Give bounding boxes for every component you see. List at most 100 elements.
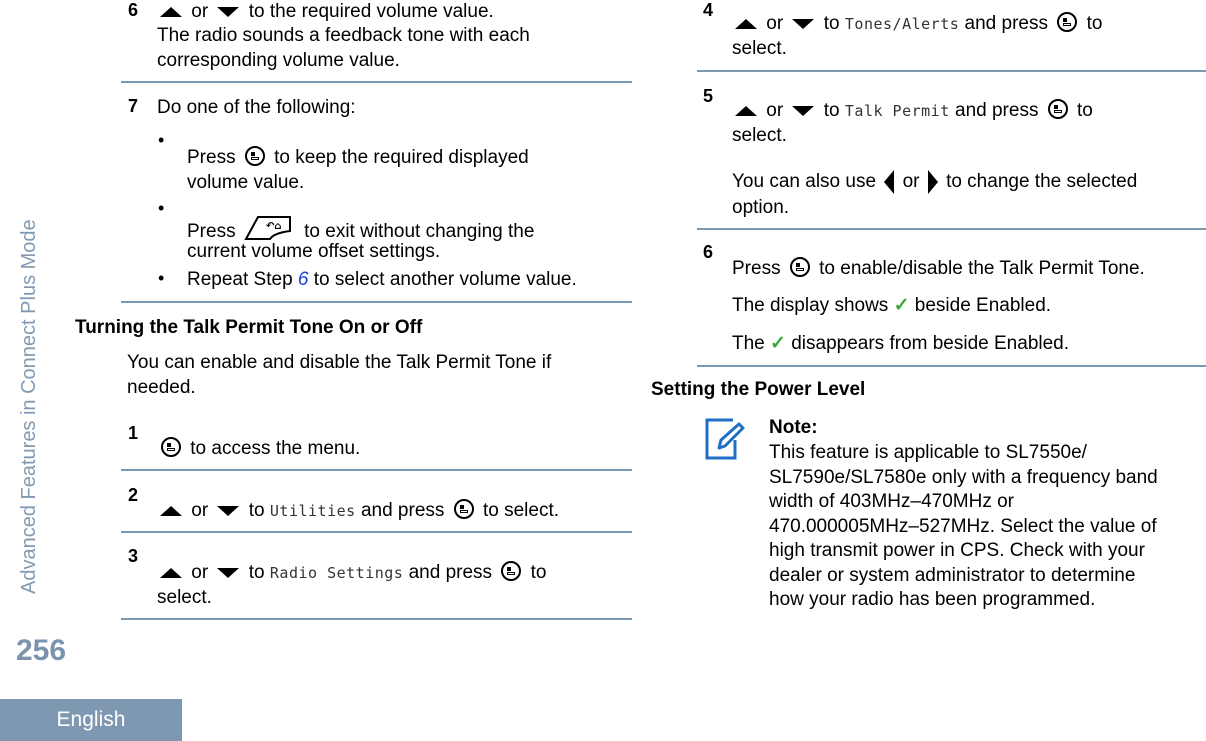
divider (121, 531, 632, 533)
step-text: The (732, 333, 765, 354)
or-text: or (766, 100, 784, 121)
divider (121, 618, 632, 620)
divider (697, 365, 1206, 367)
step-text: to select. (482, 500, 560, 521)
back-home-button-icon: ↶⌂ (244, 216, 291, 240)
note-label: Note: (769, 417, 818, 438)
or-text: or (902, 171, 920, 193)
to-text: to (823, 13, 840, 34)
menu-ok-button-icon (789, 257, 810, 277)
checkmark-icon: ✓ (893, 295, 910, 316)
note-line: SL7590e/SL7580e only with a frequency ba… (769, 466, 1158, 488)
step-text: to (1077, 100, 1093, 121)
note-line: dealer or system administrator to determ… (769, 564, 1136, 586)
press-text: Press (187, 147, 236, 168)
language-tab: English (0, 699, 182, 741)
divider (121, 301, 632, 303)
left-arrow-icon (884, 170, 895, 194)
step-text: select. (157, 587, 212, 608)
down-arrow-icon (792, 18, 815, 29)
divider (121, 81, 632, 83)
divider (121, 469, 632, 471)
step-text: option. (732, 197, 790, 218)
menu-ok-button-icon (1047, 99, 1068, 119)
note-line: high transmit power in CPS. Check with y… (769, 540, 1145, 561)
note-line: how your radio has been programmed. (769, 589, 1096, 610)
step-text: select. (732, 125, 787, 146)
step-text: Do one of the following: (157, 97, 356, 118)
step-1-line: to access the menu. (157, 437, 360, 461)
or-text: or (191, 500, 209, 521)
down-arrow-icon (792, 105, 815, 116)
section-heading: Setting the Power Level (651, 379, 866, 400)
bullet: • (158, 268, 165, 288)
note-line: 470.000005MHz–527MHz. Select the value o… (769, 515, 1157, 537)
step-number: 4 (703, 0, 714, 20)
up-arrow-icon (160, 505, 182, 516)
step-text: You can also use (732, 171, 877, 193)
page-number: 256 (16, 634, 67, 667)
menu-ok-button-icon (244, 146, 265, 166)
bullet-text: volume value. (187, 172, 305, 193)
menu-ok-button-icon (1057, 12, 1078, 32)
note-line: width of 403MHz–470MHz or (769, 491, 1014, 512)
bullet-text: to select another volume value. (313, 269, 577, 290)
bullet: • (158, 198, 165, 218)
up-arrow-icon (160, 6, 182, 17)
step-5-line: or to Talk Permit and press to (731, 99, 1093, 123)
step-text: The radio sounds a feedback tone with ea… (157, 25, 530, 46)
section-intro: needed. (127, 377, 196, 398)
svg-text:↶⌂: ↶⌂ (266, 221, 282, 232)
step-text: to change the selected (946, 171, 1138, 193)
up-arrow-icon (160, 567, 182, 578)
menu-ok-button-icon (501, 561, 522, 581)
or-text: or (191, 1, 209, 22)
up-arrow-icon (735, 18, 757, 29)
step-number: 5 (703, 86, 714, 106)
step-4-line: or to Tones/Alerts and press to (731, 12, 1102, 36)
up-arrow-icon (735, 105, 757, 116)
press-text: and press (964, 13, 1048, 34)
step-text: to the required volume value. (248, 1, 494, 22)
to-text: to (248, 562, 265, 583)
press-text: and press (955, 100, 1039, 121)
step-number: 2 (128, 485, 139, 505)
step-number: 7 (128, 96, 139, 116)
to-text: to (823, 100, 840, 121)
step-text: corresponding volume value. (157, 50, 400, 71)
step-text: to enable/disable the Talk Permit Tone. (819, 258, 1145, 279)
result-disabled: The ✓ disappears from beside Enabled. (732, 332, 1069, 356)
section-title: Advanced Features in Connect Plus Mode (18, 219, 40, 594)
section-heading: Turning the Talk Permit Tone On or Off (75, 317, 423, 338)
divider (697, 70, 1206, 72)
bullet-text: to keep the required displayed (274, 147, 529, 168)
step-5-also: You can also use or to change the select… (732, 170, 1137, 194)
step-text: to access the menu. (190, 438, 361, 459)
to-text: to (248, 500, 265, 521)
step-text: beside Enabled. (914, 295, 1052, 316)
step-text: to (1086, 13, 1103, 34)
step-text: select. (732, 38, 787, 59)
step-6-line: Press to enable/disable the Talk Permit … (732, 257, 1145, 281)
menu-ok-button-icon (161, 437, 181, 457)
step-link[interactable]: 6 (298, 269, 309, 290)
or-text: or (766, 13, 784, 34)
bullet-text: Repeat Step (187, 269, 293, 290)
press-text: Press (187, 221, 236, 242)
press-text: Press (732, 258, 781, 279)
bullet-text: current volume offset settings. (187, 241, 441, 262)
menu-item-name: Talk Permit (844, 102, 950, 120)
bullet-text: to exit without changing the (304, 221, 535, 242)
step-3-line: or to Radio Settings and press to (156, 561, 546, 585)
bullet-item: Repeat Step 6 to select another volume v… (187, 268, 577, 292)
down-arrow-icon (217, 567, 240, 578)
step-text: to (530, 562, 547, 583)
right-arrow-icon (927, 170, 938, 194)
note-body: This feature is applicable to SL7550e/ S… (769, 441, 1158, 613)
section-intro: You can enable and disable the Talk Perm… (127, 352, 552, 373)
step-2-line: or to Utilities and press to select. (156, 499, 559, 523)
down-arrow-icon (217, 6, 240, 17)
step-number: 6 (128, 0, 139, 20)
result-enabled: The display shows ✓ beside Enabled. (732, 294, 1051, 318)
step-number: 6 (703, 242, 714, 262)
